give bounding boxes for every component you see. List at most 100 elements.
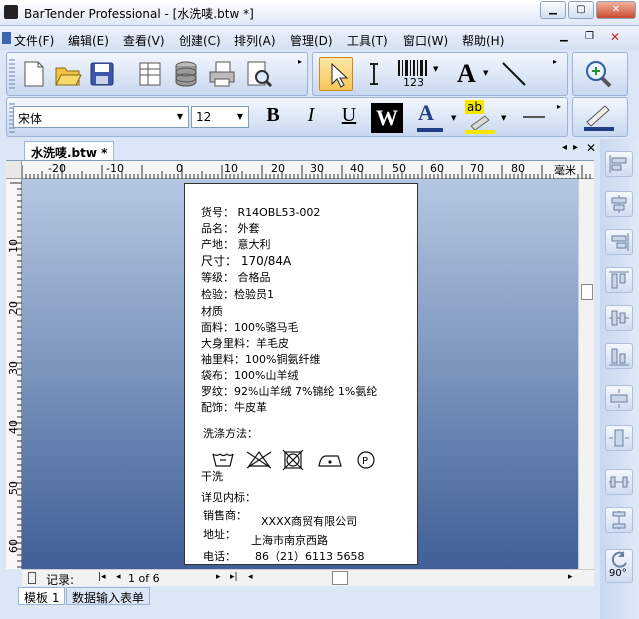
label-text-size[interactable]: 尺寸： 170/84A <box>201 252 291 269</box>
last-record-button[interactable]: ▸| <box>230 572 238 582</box>
database-button[interactable] <box>171 59 201 89</box>
label-text-address-label[interactable]: 地址： <box>203 526 236 542</box>
menu-file[interactable]: 文件(F) <box>14 32 54 49</box>
toolbar-overflow-icon[interactable]: ▸ <box>557 102 561 111</box>
distribute-horizontal-icon[interactable] <box>605 469 633 495</box>
tab-close-icon[interactable]: ✕ <box>586 141 596 155</box>
select-tool-button[interactable] <box>319 57 353 91</box>
label-text-wash-title[interactable]: 洗涤方法： <box>203 425 258 441</box>
label-text-fabric[interactable]: 面料：100%骆马毛 <box>201 319 298 335</box>
highlight-button[interactable]: ab <box>463 100 497 134</box>
label-text-inspector[interactable]: 检验：检验员1 <box>201 286 274 302</box>
label-text-seller-value[interactable]: XXXX商贸有限公司 <box>261 513 357 529</box>
tab-template[interactable]: 模板 1 <box>18 587 66 605</box>
maximize-button[interactable]: ▢ <box>568 1 594 19</box>
mdi-restore-button[interactable]: ❐ <box>585 31 594 42</box>
close-button[interactable]: ✕ <box>596 1 636 19</box>
tab-scroll-right-icon[interactable]: ▸ <box>573 142 578 153</box>
mdi-minimize-button[interactable]: ▁ <box>560 31 568 42</box>
vertical-scrollbar[interactable] <box>578 179 594 569</box>
hscroll-right-icon[interactable]: ▸ <box>568 572 573 582</box>
menu-arrange[interactable]: 排列(A) <box>234 32 276 49</box>
zoom-button[interactable] <box>583 59 613 89</box>
font-select[interactable]: 宋体 ▼ <box>13 106 189 128</box>
menu-window[interactable]: 窗口(W) <box>403 32 448 49</box>
tab-scroll-left-icon[interactable]: ◂ <box>562 142 567 153</box>
arrange-panel: 90° <box>600 139 639 619</box>
chevron-down-icon[interactable]: ▼ <box>172 107 188 127</box>
menu-help[interactable]: 帮助(H) <box>462 32 504 49</box>
align-middle-icon[interactable] <box>605 305 633 331</box>
menu-tools[interactable]: 工具(T) <box>347 32 388 49</box>
hscroll-left-icon[interactable]: ◂ <box>248 572 253 582</box>
bold-button[interactable]: B <box>259 104 287 132</box>
label-text-phone-value[interactable]: 86（21）6113 5658 <box>255 548 364 564</box>
label-text-item-no[interactable]: 货号： R14OBL53-002 <box>201 204 320 220</box>
save-button[interactable] <box>87 59 117 89</box>
text-tool-button[interactable]: A ▼ <box>453 57 493 91</box>
document-tab[interactable]: 水洗唛.btw * <box>24 141 115 160</box>
page-setup-button[interactable] <box>135 59 165 89</box>
label-text-phone-label[interactable]: 电话： <box>203 548 236 564</box>
label-text-lining[interactable]: 大身里料：羊毛皮 <box>201 335 289 351</box>
standard-toolbar: ▸ <box>6 52 308 96</box>
menu-manage[interactable]: 管理(D) <box>290 32 333 49</box>
next-record-button[interactable]: ▸ <box>216 572 221 582</box>
barcode-tool-button[interactable]: 123 ▼ <box>395 57 439 91</box>
record-position[interactable]: 1 of 6 <box>128 572 160 585</box>
label-template[interactable]: 货号： R14OBL53-002 品名： 外套 产地： 意大利 尺寸： 170/… <box>184 183 418 565</box>
ruler-label: -20 <box>48 162 66 175</box>
label-text-address-value[interactable]: 上海市南京西路 <box>251 532 328 548</box>
chevron-down-icon[interactable]: ▼ <box>501 114 506 122</box>
menu-view[interactable]: 查看(V) <box>123 32 165 49</box>
tab-data-entry-form[interactable]: 数据输入表单 <box>66 587 151 605</box>
label-text-rib[interactable]: 罗纹：92%山羊绒 7%锦纶 1%氨纶 <box>201 383 377 399</box>
minimize-button[interactable]: ▁ <box>540 1 566 19</box>
line-style-icon[interactable] <box>523 116 545 118</box>
font-color-button[interactable]: A <box>415 100 445 134</box>
line-color-button[interactable] <box>581 102 621 132</box>
prev-record-button[interactable]: ◂ <box>116 572 121 582</box>
label-text-product[interactable]: 品名： 外套 <box>201 220 260 236</box>
scrollbar-thumb[interactable] <box>581 284 593 300</box>
align-right-icon[interactable] <box>605 229 633 255</box>
center-vertical-icon[interactable] <box>605 425 633 451</box>
label-text-see-tag[interactable]: 详见内标： <box>201 489 256 505</box>
center-horizontal-icon[interactable] <box>605 385 633 411</box>
toolbar-overflow-icon[interactable]: ▸ <box>298 57 302 66</box>
underline-button[interactable]: U <box>335 104 363 132</box>
text-cursor-button[interactable] <box>359 59 389 89</box>
align-center-icon[interactable] <box>605 191 633 217</box>
line-tool-button[interactable] <box>499 59 529 89</box>
open-button[interactable] <box>53 59 83 89</box>
menu-create[interactable]: 创建(C) <box>179 32 221 49</box>
menu-edit[interactable]: 编辑(E) <box>68 32 109 49</box>
label-text-grade[interactable]: 等级： 合格品 <box>201 269 271 285</box>
italic-button[interactable]: I <box>297 104 325 132</box>
print-preview-button[interactable] <box>243 59 273 89</box>
label-text-dry-clean[interactable]: 干洗 <box>201 468 223 484</box>
print-button[interactable] <box>207 59 237 89</box>
hscroll-thumb[interactable] <box>332 571 348 585</box>
first-record-button[interactable]: |◂ <box>98 572 106 582</box>
font-size-select[interactable]: 12 ▼ <box>191 106 249 128</box>
new-document-button[interactable] <box>19 59 49 89</box>
align-top-icon[interactable] <box>605 267 633 293</box>
label-text-sleeve-lining[interactable]: 袖里料：100%铜氨纤维 <box>201 351 320 367</box>
label-text-seller-label[interactable]: 销售商： <box>203 507 247 523</box>
label-text-accessory[interactable]: 配饰：牛皮革 <box>201 399 267 415</box>
align-left-icon[interactable] <box>605 151 633 177</box>
label-text-origin[interactable]: 产地： 意大利 <box>201 236 271 252</box>
label-text-material-title[interactable]: 材质 <box>201 303 223 319</box>
toolbar-overflow-icon[interactable]: ▸ <box>553 57 557 66</box>
design-canvas[interactable]: 货号： R14OBL53-002 品名： 外套 产地： 意大利 尺寸： 170/… <box>22 179 578 569</box>
chevron-down-icon[interactable]: ▼ <box>232 107 248 127</box>
chevron-down-icon[interactable]: ▼ <box>451 114 456 122</box>
label-text-pocket[interactable]: 袋布：100%山羊绒 <box>201 367 298 383</box>
align-bottom-icon[interactable] <box>605 343 633 369</box>
distribute-vertical-icon[interactable] <box>605 507 633 533</box>
rotate-button[interactable]: 90° <box>605 549 633 583</box>
mdi-close-button[interactable]: ✕ <box>610 30 620 44</box>
wordart-button[interactable]: W <box>371 103 403 133</box>
care-symbols[interactable]: P <box>209 446 377 472</box>
